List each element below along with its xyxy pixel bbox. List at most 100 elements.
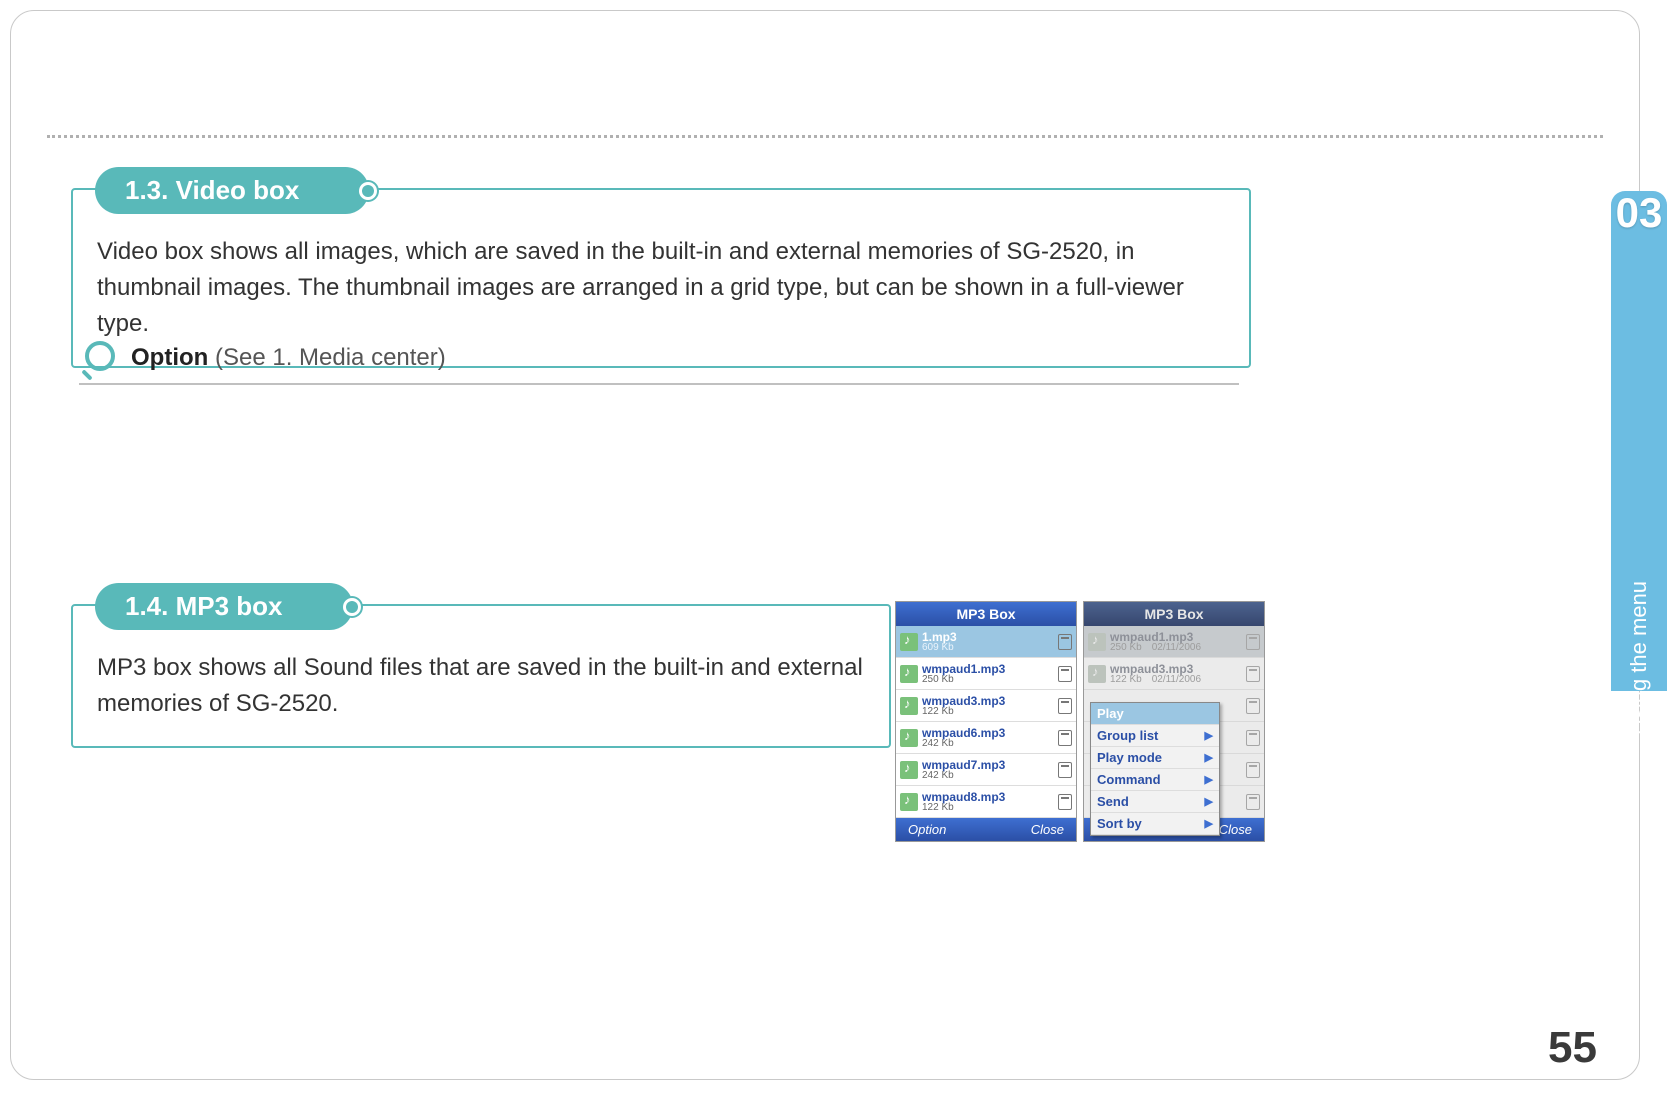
music-note-icon (900, 761, 918, 779)
music-note-icon (1088, 633, 1106, 651)
option-bold: Option (131, 344, 208, 371)
list-item-text: wmpaud1.mp3 250 Kb 02/11/2006 (1110, 631, 1201, 653)
dotted-divider (47, 135, 1603, 138)
section-mp3-box: 1.4. MP3 box MP3 box shows all Sound fil… (71, 583, 891, 748)
list-item-text: wmpaud1.mp3 250 Kb (922, 663, 1005, 685)
file-name: wmpaud1.mp3 (922, 663, 1005, 675)
softkey-right[interactable]: Close (1219, 822, 1252, 837)
menu-item-group-list[interactable]: Group list ▶ (1091, 725, 1219, 747)
menu-item-send[interactable]: Send ▶ (1091, 791, 1219, 813)
softkey-left[interactable]: Option (908, 822, 946, 837)
file-size: 242 Kb (922, 739, 1005, 749)
file-meta: 122 Kb 02/11/2006 (1110, 675, 1201, 685)
file-size: 609 Kb (922, 643, 957, 653)
music-note-icon (900, 729, 918, 747)
chapter-side-tab: 03 Using the menu (1611, 191, 1667, 691)
storage-card-icon (1246, 634, 1260, 650)
storage-card-icon (1058, 698, 1072, 714)
list-item[interactable]: 1.mp3 609 Kb (896, 626, 1076, 658)
storage-card-icon (1058, 730, 1072, 746)
file-name: wmpaud8.mp3 (922, 791, 1005, 803)
phone-titlebar: MP3 Box (1084, 602, 1264, 626)
list-item-text: wmpaud7.mp3 242 Kb (922, 759, 1005, 781)
chevron-right-icon: ▶ (1205, 817, 1213, 830)
list-item[interactable]: wmpaud7.mp3 242 Kb (896, 754, 1076, 786)
storage-card-icon (1246, 794, 1260, 810)
phone-screenshots: MP3 Box 1.mp3 609 Kb wmpaud1.mp3 250 Kb (895, 601, 1265, 842)
phone-mp3-menu: MP3 Box wmpaud1.mp3 250 Kb 02/11/2006 (1083, 601, 1265, 842)
menu-label: Send (1097, 794, 1129, 809)
file-size: 122 Kb (922, 707, 1005, 717)
chevron-right-icon: ▶ (1205, 795, 1213, 808)
storage-card-icon (1058, 634, 1072, 650)
file-name: wmpaud7.mp3 (922, 759, 1005, 771)
file-size: 122 Kb (922, 803, 1005, 813)
storage-card-icon (1058, 666, 1072, 682)
storage-card-icon (1058, 794, 1072, 810)
option-line: Option (See 1. Media center) (79, 341, 1239, 385)
menu-item-play[interactable]: Play (1091, 703, 1219, 725)
list-item-text: wmpaud8.mp3 122 Kb (922, 791, 1005, 813)
music-note-icon (1088, 665, 1106, 683)
chapter-number: 03 (1616, 189, 1663, 237)
storage-card-icon (1246, 666, 1260, 682)
option-text: Option (See 1. Media center) (131, 344, 446, 372)
list-item: wmpaud1.mp3 250 Kb 02/11/2006 (1084, 626, 1264, 658)
file-size: 242 Kb (922, 771, 1005, 781)
list-item: wmpaud3.mp3 122 Kb 02/11/2006 (1084, 658, 1264, 690)
list-item-text: 1.mp3 609 Kb (922, 631, 957, 653)
file-name: 1.mp3 (922, 631, 957, 643)
menu-label: Play mode (1097, 750, 1162, 765)
chevron-right-icon: ▶ (1205, 751, 1213, 764)
section-body-text: Video box shows all images, which are sa… (97, 238, 1184, 337)
menu-label: Group list (1097, 728, 1158, 743)
list-item[interactable]: wmpaud1.mp3 250 Kb (896, 658, 1076, 690)
music-note-icon (900, 665, 918, 683)
section-title-pill: 1.4. MP3 box (95, 583, 353, 630)
page-frame: 1.3. Video box Video box shows all image… (10, 10, 1640, 1080)
file-name: wmpaud3.mp3 (1110, 663, 1201, 675)
menu-label: Command (1097, 772, 1161, 787)
music-note-icon (900, 793, 918, 811)
storage-card-icon (1246, 730, 1260, 746)
section-title: 1.3. Video box (125, 175, 299, 205)
music-note-icon (900, 633, 918, 651)
list-item[interactable]: wmpaud6.mp3 242 Kb (896, 722, 1076, 754)
file-name: wmpaud6.mp3 (922, 727, 1005, 739)
section-video-box: 1.3. Video box Video box shows all image… (71, 167, 1251, 368)
magnifier-icon (79, 341, 113, 375)
section-title-pill: 1.3. Video box (95, 167, 369, 214)
phone-mp3-list: MP3 Box 1.mp3 609 Kb wmpaud1.mp3 250 Kb (895, 601, 1077, 842)
option-rest: (See 1. Media center) (208, 344, 445, 371)
softkey-right[interactable]: Close (1031, 822, 1064, 837)
chevron-right-icon: ▶ (1205, 729, 1213, 742)
list-item-text: wmpaud6.mp3 242 Kb (922, 727, 1005, 749)
file-size: 250 Kb (922, 675, 1005, 685)
storage-card-icon (1058, 762, 1072, 778)
section-body-text: MP3 box shows all Sound files that are s… (97, 654, 863, 717)
phone-list: 1.mp3 609 Kb wmpaud1.mp3 250 Kb (896, 626, 1076, 818)
chevron-right-icon: ▶ (1205, 773, 1213, 786)
menu-label: Sort by (1097, 816, 1142, 831)
list-item-text: wmpaud3.mp3 122 Kb (922, 695, 1005, 717)
phone-title: MP3 Box (956, 606, 1015, 622)
chapter-label: Using the menu (1626, 581, 1652, 735)
menu-item-command[interactable]: Command ▶ (1091, 769, 1219, 791)
menu-label: Play (1097, 706, 1124, 721)
file-name: wmpaud1.mp3 (1110, 631, 1201, 643)
page-number: 55 (1548, 1023, 1597, 1073)
music-note-icon (900, 697, 918, 715)
context-menu: Play Group list ▶ Play mode ▶ Command ▶ … (1090, 702, 1220, 836)
storage-card-icon (1246, 762, 1260, 778)
menu-item-play-mode[interactable]: Play mode ▶ (1091, 747, 1219, 769)
list-item[interactable]: wmpaud8.mp3 122 Kb (896, 786, 1076, 818)
menu-item-sort-by[interactable]: Sort by ▶ (1091, 813, 1219, 835)
list-item[interactable]: wmpaud3.mp3 122 Kb (896, 690, 1076, 722)
phone-titlebar: MP3 Box (896, 602, 1076, 626)
storage-card-icon (1246, 698, 1260, 714)
file-name: wmpaud3.mp3 (922, 695, 1005, 707)
phone-softkey-bar: Option Close (896, 818, 1076, 841)
section-title: 1.4. MP3 box (125, 591, 283, 621)
list-item-text: wmpaud3.mp3 122 Kb 02/11/2006 (1110, 663, 1201, 685)
file-meta: 250 Kb 02/11/2006 (1110, 643, 1201, 653)
